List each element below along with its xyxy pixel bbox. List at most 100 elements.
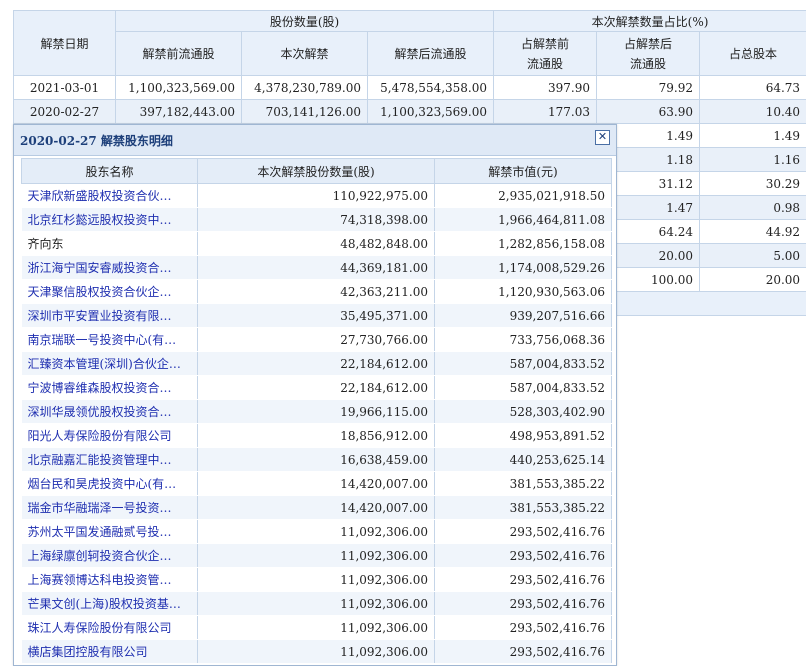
shareholder-link[interactable]: 芒果文创(上海)股权投资基…	[22, 592, 198, 616]
unlock-shares-value: 22,184,612.00	[198, 352, 435, 376]
unlock-shares-value: 11,092,306.00	[198, 520, 435, 544]
shareholder-link[interactable]: 南京瑞联一号投资中心(有…	[22, 328, 198, 352]
unlock-shares-value: 35,495,371.00	[198, 304, 435, 328]
header-before-float: 解禁前流通股	[116, 32, 242, 76]
header-unlock-value: 解禁市值(元)	[435, 159, 612, 184]
popup-title: 2020-02-27 解禁股东明细	[20, 132, 173, 149]
unlock-market-value: 1,966,464,811.08	[435, 208, 612, 232]
shareholder-link[interactable]: 深圳市平安置业投资有限…	[22, 304, 198, 328]
unlock-shares-value: 11,092,306.00	[198, 544, 435, 568]
list-item: 北京融嘉汇能投资管理中…16,638,459.00440,253,625.14	[22, 448, 612, 472]
unlock-shares-value: 16,638,459.00	[198, 448, 435, 472]
header-this-unlock: 本次解禁	[242, 32, 368, 76]
list-item: 珠江人寿保险股份有限公司11,092,306.00293,502,416.76	[22, 616, 612, 640]
shareholder-link[interactable]: 横店集团控股有限公司	[22, 640, 198, 664]
cell-pct-total: 1.16	[700, 148, 806, 172]
unlock-market-value: 381,553,385.22	[435, 496, 612, 520]
cell-pct-total: 44.92	[700, 220, 806, 244]
list-item: 南京瑞联一号投资中心(有…27,730,766.00733,756,068.36	[22, 328, 612, 352]
unlock-shares-value: 11,092,306.00	[198, 568, 435, 592]
popup-header: 2020-02-27 解禁股东明细 ✕	[14, 125, 616, 156]
shareholder-link[interactable]: 苏州太平国发通融贰号投…	[22, 520, 198, 544]
header-shareholder-name: 股东名称	[22, 159, 198, 184]
shareholder-link[interactable]: 阳光人寿保险股份有限公司	[22, 424, 198, 448]
unlock-shares-value: 27,730,766.00	[198, 328, 435, 352]
unlock-shares-value: 19,966,115.00	[198, 400, 435, 424]
unlock-shares-value: 48,482,848.00	[198, 232, 435, 256]
unlock-shares-value: 44,369,181.00	[198, 256, 435, 280]
shareholder-link[interactable]: 天津聚信股权投资合伙企…	[22, 280, 198, 304]
cell-pct-total: 30.29	[700, 172, 806, 196]
list-item: 深圳市平安置业投资有限…35,495,371.00939,207,516.66	[22, 304, 612, 328]
shareholder-link[interactable]: 北京融嘉汇能投资管理中…	[22, 448, 198, 472]
shareholder-link[interactable]: 珠江人寿保险股份有限公司	[22, 616, 198, 640]
cell-pct-after: 79.92	[597, 76, 700, 100]
header-group-shares: 股份数量(股)	[116, 11, 494, 32]
list-item: 瑞金市华融瑞泽一号投资…14,420,007.00381,553,385.22	[22, 496, 612, 520]
unlock-market-value: 2,935,021,918.50	[435, 184, 612, 208]
list-item: 天津欣新盛股权投资合伙…110,922,975.002,935,021,918.…	[22, 184, 612, 208]
cell-after-float: 1,100,323,569.00	[368, 100, 494, 124]
cell-before-float: 1,100,323,569.00	[116, 76, 242, 100]
header-pct-before: 占解禁前流通股	[494, 32, 597, 76]
cell-after-float: 5,478,554,358.00	[368, 76, 494, 100]
unlock-detail-popup: 2020-02-27 解禁股东明细 ✕ 股东名称 本次解禁股份数量(股) 解禁市…	[13, 124, 617, 666]
unlock-market-value: 440,253,625.14	[435, 448, 612, 472]
unlock-market-value: 587,004,833.52	[435, 352, 612, 376]
unlock-shares-value: 11,092,306.00	[198, 640, 435, 664]
list-item: 上海赛领博达科电投资管…11,092,306.00293,502,416.76	[22, 568, 612, 592]
cell-pct-total: 10.40	[700, 100, 806, 124]
shareholder-link[interactable]: 上海赛领博达科电投资管…	[22, 568, 198, 592]
shareholder-link[interactable]: 浙江海宁国安睿威投资合…	[22, 256, 198, 280]
list-item: 深圳华晟领优股权投资合…19,966,115.00528,303,402.90	[22, 400, 612, 424]
list-item: 北京红杉懿远股权投资中…74,318,398.001,966,464,811.0…	[22, 208, 612, 232]
unlock-market-value: 293,502,416.76	[435, 520, 612, 544]
unlock-shares-value: 42,363,211.00	[198, 280, 435, 304]
cell-date: 2021-03-01	[14, 76, 116, 100]
shareholder-link[interactable]: 上海绿廪创轲投资合伙企…	[22, 544, 198, 568]
unlock-market-value: 528,303,402.90	[435, 400, 612, 424]
shareholder-link[interactable]: 天津欣新盛股权投资合伙…	[22, 184, 198, 208]
table-row: 2021-03-011,100,323,569.004,378,230,789.…	[14, 76, 806, 100]
header-after-float: 解禁后流通股	[368, 32, 494, 76]
cell-pct-total: 20.00	[700, 268, 806, 292]
unlock-shares-value: 18,856,912.00	[198, 424, 435, 448]
shareholder-link[interactable]: 北京红杉懿远股权投资中…	[22, 208, 198, 232]
list-item: 浙江海宁国安睿威投资合…44,369,181.001,174,008,529.2…	[22, 256, 612, 280]
header-unlock-shares: 本次解禁股份数量(股)	[198, 159, 435, 184]
cell-pct-after: 63.90	[597, 100, 700, 124]
unlock-market-value: 498,953,891.52	[435, 424, 612, 448]
unlock-market-value: 1,174,008,529.26	[435, 256, 612, 280]
shareholder-detail-table: 股东名称 本次解禁股份数量(股) 解禁市值(元) 天津欣新盛股权投资合伙…110…	[21, 158, 612, 664]
header-unlock-date: 解禁日期	[14, 11, 116, 76]
close-icon[interactable]: ✕	[595, 130, 610, 145]
unlock-market-value: 293,502,416.76	[435, 544, 612, 568]
shareholder-name: 齐向东	[22, 232, 198, 256]
list-item: 齐向东48,482,848.001,282,856,158.08	[22, 232, 612, 256]
unlock-market-value: 293,502,416.76	[435, 568, 612, 592]
unlock-shares-value: 11,092,306.00	[198, 592, 435, 616]
shareholder-link[interactable]: 宁波博睿维森股权投资合…	[22, 376, 198, 400]
shareholder-link[interactable]: 深圳华晟领优股权投资合…	[22, 400, 198, 424]
list-item: 天津聚信股权投资合伙企…42,363,211.001,120,930,563.0…	[22, 280, 612, 304]
header-group-ratio: 本次解禁数量占比(%)	[494, 11, 806, 32]
unlock-shares-value: 110,922,975.00	[198, 184, 435, 208]
table-row: 2020-02-27397,182,443.00703,141,126.001,…	[14, 100, 806, 124]
unlock-market-value: 381,553,385.22	[435, 472, 612, 496]
unlock-market-value: 587,004,833.52	[435, 376, 612, 400]
cell-pct-before: 397.90	[494, 76, 597, 100]
header-pct-total: 占总股本	[700, 32, 806, 76]
unlock-market-value: 293,502,416.76	[435, 616, 612, 640]
cell-pct-total: 5.00	[700, 244, 806, 268]
cell-before-float: 397,182,443.00	[116, 100, 242, 124]
unlock-shares-value: 22,184,612.00	[198, 376, 435, 400]
list-item: 阳光人寿保险股份有限公司18,856,912.00498,953,891.52	[22, 424, 612, 448]
list-item: 宁波博睿维森股权投资合…22,184,612.00587,004,833.52	[22, 376, 612, 400]
shareholder-link[interactable]: 汇臻资本管理(深圳)合伙企…	[22, 352, 198, 376]
shareholder-link[interactable]: 瑞金市华融瑞泽一号投资…	[22, 496, 198, 520]
list-item: 横店集团控股有限公司11,092,306.00293,502,416.76	[22, 640, 612, 664]
list-item: 汇臻资本管理(深圳)合伙企…22,184,612.00587,004,833.5…	[22, 352, 612, 376]
list-item: 上海绿廪创轲投资合伙企…11,092,306.00293,502,416.76	[22, 544, 612, 568]
cell-pct-total: 0.98	[700, 196, 806, 220]
shareholder-link[interactable]: 烟台民和昊虎投资中心(有…	[22, 472, 198, 496]
